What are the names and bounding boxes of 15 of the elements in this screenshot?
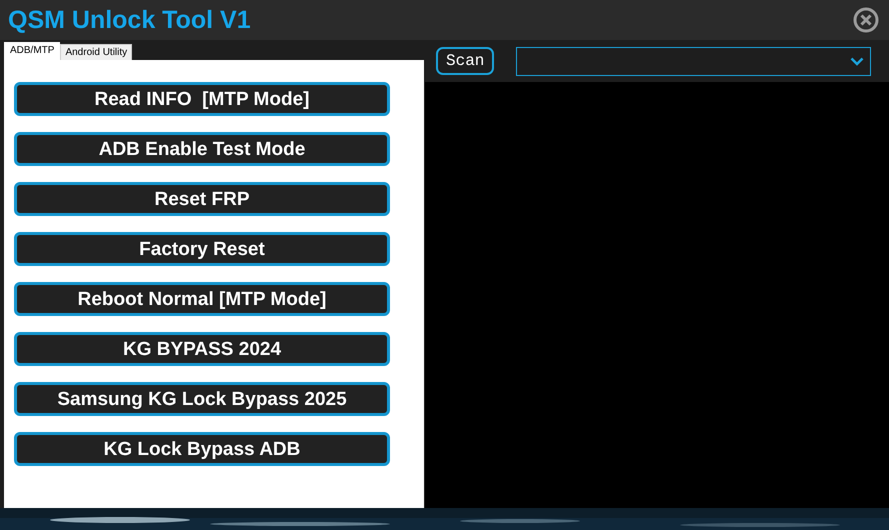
action-button[interactable]: ADB Enable Test Mode <box>14 132 390 166</box>
tab[interactable]: ADB/MTP <box>4 42 60 60</box>
close-icon[interactable] <box>853 7 879 33</box>
device-dropdown[interactable] <box>516 46 872 76</box>
action-button[interactable]: Reset FRP <box>14 182 390 216</box>
tab[interactable]: Android Utility <box>60 44 132 60</box>
action-button[interactable]: Read INFO [MTP Mode] <box>14 82 390 116</box>
action-button[interactable]: Factory Reset <box>14 232 390 266</box>
chevron-down-icon <box>850 56 864 66</box>
action-button[interactable]: KG Lock Bypass ADB <box>14 432 390 466</box>
window-title: QSM Unlock Tool V1 <box>8 8 251 32</box>
action-button[interactable]: KG BYPASS 2024 <box>14 332 390 366</box>
action-button[interactable]: Reboot Normal [MTP Mode] <box>14 282 390 316</box>
action-button[interactable]: Samsung KG Lock Bypass 2025 <box>14 382 390 416</box>
scan-button[interactable]: Scan <box>436 47 494 75</box>
